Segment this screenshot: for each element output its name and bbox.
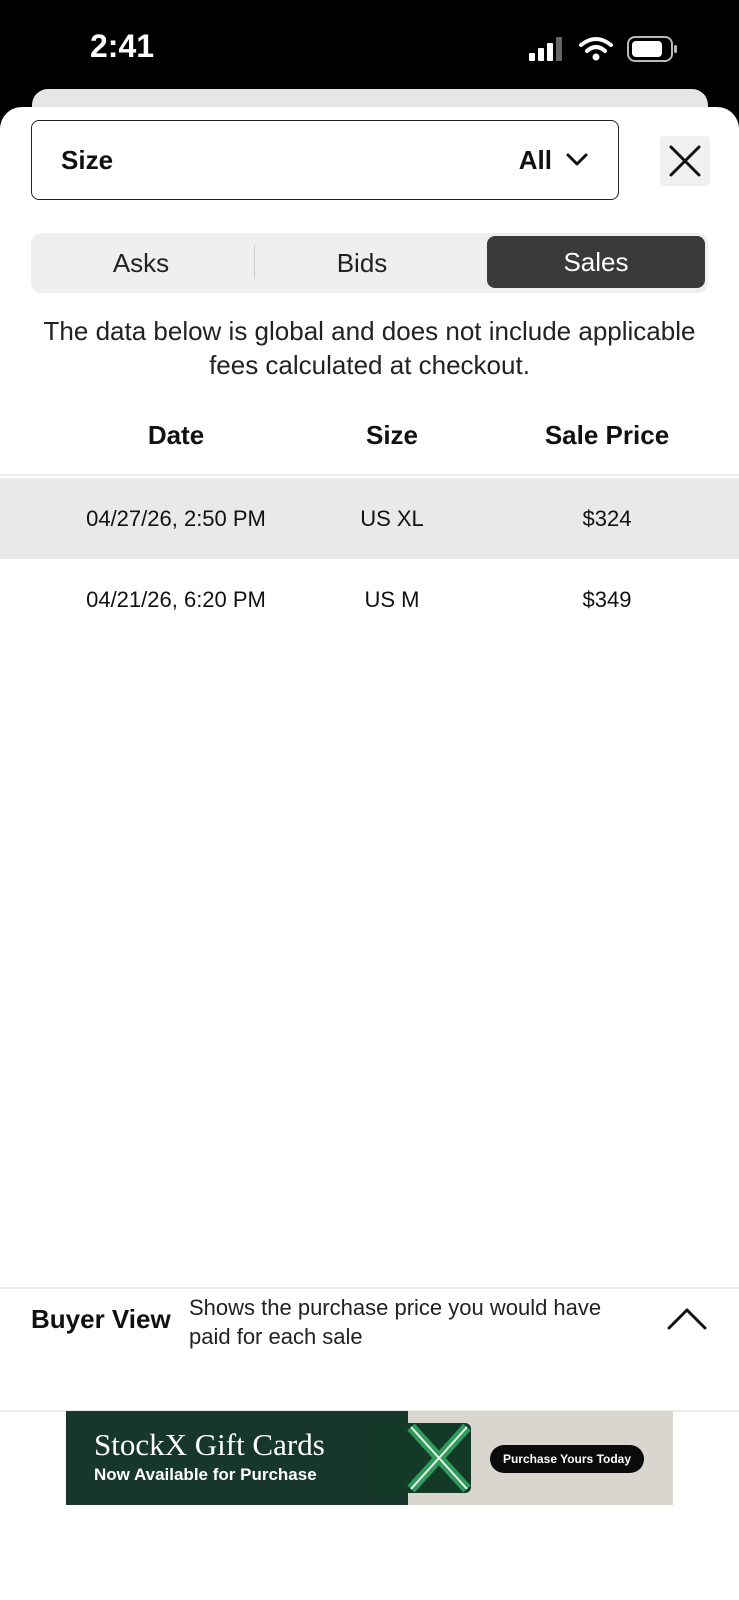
size-filter-select[interactable]: Size All xyxy=(31,120,619,200)
row-size: US M xyxy=(364,586,420,612)
size-filter-value-wrap: All xyxy=(519,145,588,176)
battery-icon xyxy=(627,36,677,62)
status-time: 2:41 xyxy=(90,28,155,64)
chevron-up-icon[interactable] xyxy=(667,1306,707,1330)
column-header-size: Size xyxy=(365,420,419,450)
status-icons xyxy=(529,36,679,62)
row-price: $349 xyxy=(582,586,632,612)
table-row[interactable]: 04/21/26, 6:20 PM US M $349 xyxy=(0,559,739,640)
tab-asks[interactable]: Asks xyxy=(31,233,251,293)
tabs-segmented-control: Asks Bids Sales xyxy=(31,233,708,293)
purchase-cta-button[interactable]: Purchase Yours Today xyxy=(490,1445,644,1473)
sales-history-sheet: Size All Asks Bids Sales The data below … xyxy=(0,107,739,1600)
table-row[interactable]: 04/27/26, 2:50 PM US XL $324 xyxy=(0,478,739,559)
row-price: $324 xyxy=(582,505,632,531)
buyer-view-description: Shows the purchase price you would have … xyxy=(189,1295,602,1349)
wifi-icon xyxy=(579,37,613,61)
column-header-date: Date xyxy=(147,420,205,450)
size-filter-value: All xyxy=(518,144,552,175)
buyer-view-top-divider xyxy=(0,1287,739,1289)
row-date: 04/21/26, 6:20 PM xyxy=(86,586,266,612)
tab-sales[interactable]: Sales xyxy=(487,236,705,288)
row-size: US XL xyxy=(360,505,424,531)
signal-icon xyxy=(529,37,562,61)
banner-title: StockX Gift Cards xyxy=(94,1427,325,1462)
tab-bids[interactable]: Bids xyxy=(252,233,472,293)
gift-card-image xyxy=(371,1423,471,1493)
header-divider xyxy=(0,474,739,476)
column-header-sale-price: Sale Price xyxy=(544,420,670,450)
gift-card-banner[interactable]: StockX Gift Cards Now Available for Purc… xyxy=(66,1411,673,1505)
size-filter-label: Size xyxy=(61,144,114,175)
fees-disclaimer: The data below is global and does not in… xyxy=(43,316,696,380)
buyer-view-title: Buyer View xyxy=(31,1304,171,1334)
close-button[interactable] xyxy=(660,136,710,186)
row-date: 04/27/26, 2:50 PM xyxy=(86,505,266,531)
banner-subtitle: Now Available for Purchase xyxy=(94,1465,317,1484)
close-icon xyxy=(669,145,701,177)
chevron-down-icon xyxy=(566,153,588,166)
